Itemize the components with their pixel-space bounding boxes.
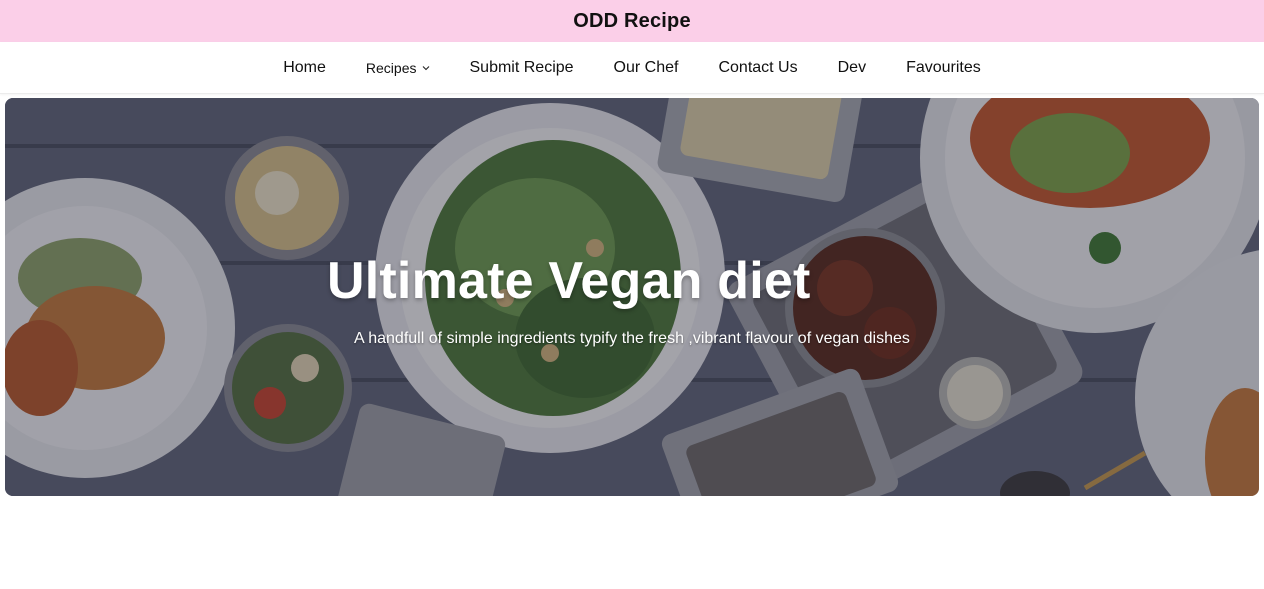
nav-item-label: Favourites xyxy=(906,58,981,76)
nav-item-label: Home xyxy=(283,58,326,76)
chevron-down-icon xyxy=(422,65,429,70)
nav-item-dev[interactable]: Dev xyxy=(838,59,866,77)
nav-item-submit-recipe[interactable]: Submit Recipe xyxy=(470,59,574,77)
nav-item-label: Submit Recipe xyxy=(469,58,574,76)
nav-item-home[interactable]: Home xyxy=(283,59,326,77)
nav-item-label: Our Chef xyxy=(613,58,679,76)
main-nav: Home Recipes Submit Recipe Our Chef Cont… xyxy=(0,42,1264,94)
nav-item-favourites[interactable]: Favourites xyxy=(906,59,981,77)
nav-item-our-chef[interactable]: Our Chef xyxy=(614,59,679,77)
site-brand[interactable]: ODD Recipe xyxy=(573,10,691,33)
nav-item-label: Recipes xyxy=(365,59,417,76)
nav-list: Home Recipes Submit Recipe Our Chef Cont… xyxy=(283,59,981,77)
hero-subtitle: A handfull of simple ingredients typify … xyxy=(354,330,910,347)
nav-item-label: Contact Us xyxy=(718,58,798,76)
nav-item-recipes[interactable]: Recipes xyxy=(366,60,430,76)
nav-item-contact-us[interactable]: Contact Us xyxy=(718,59,797,77)
nav-item-label: Dev xyxy=(837,58,867,76)
hero-banner: Ultimate Vegan diet A handfull of simple… xyxy=(5,98,1259,496)
top-banner: ODD Recipe xyxy=(0,0,1264,42)
hero-title: Ultimate Vegan diet xyxy=(327,252,811,310)
